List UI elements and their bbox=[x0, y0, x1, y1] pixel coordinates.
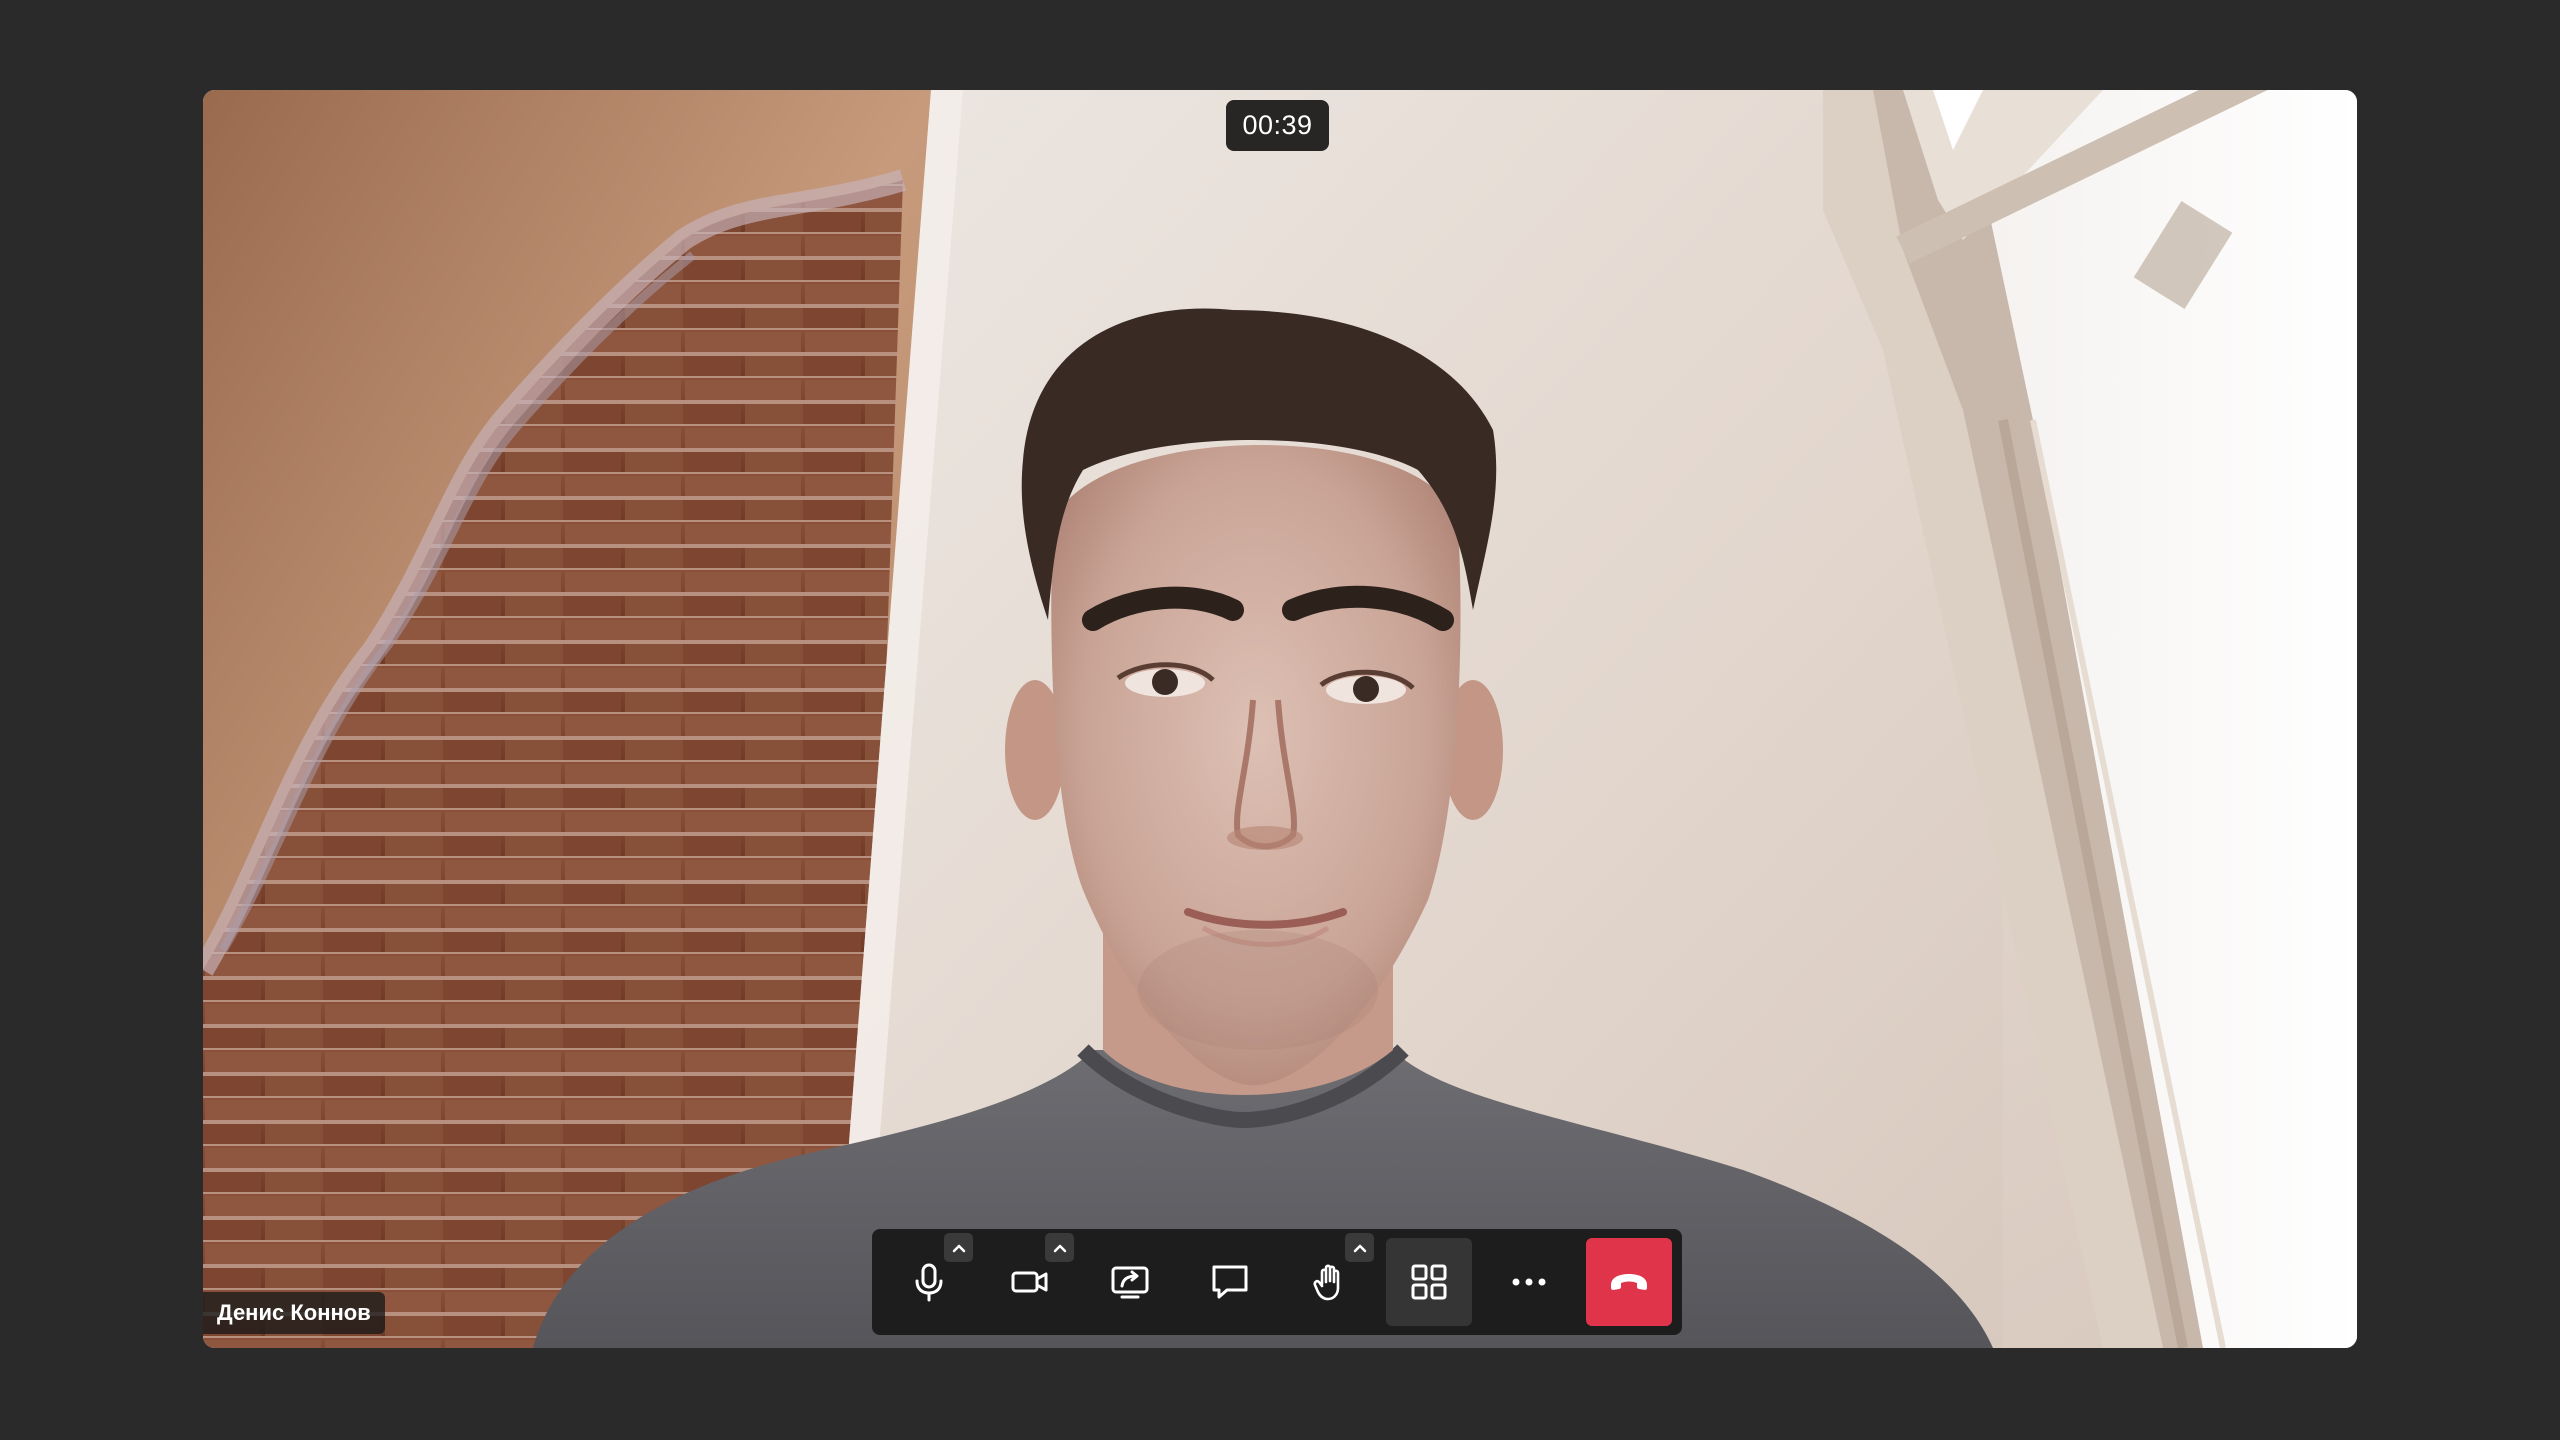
chevron-up-icon bbox=[1053, 1244, 1066, 1252]
microphone-icon bbox=[915, 1263, 943, 1302]
call-controls-toolbar bbox=[872, 1229, 1682, 1335]
screen-share-icon bbox=[1111, 1266, 1149, 1299]
camera-options-button[interactable] bbox=[1045, 1233, 1074, 1262]
phone-hangup-icon bbox=[1611, 1274, 1647, 1290]
chevron-up-icon bbox=[952, 1244, 965, 1252]
more-options-button[interactable] bbox=[1486, 1238, 1572, 1326]
participant-video-feed bbox=[203, 90, 2357, 1348]
video-call-window: 00:39 Денис Коннов bbox=[0, 0, 2560, 1440]
microphone-options-button[interactable] bbox=[944, 1233, 973, 1262]
participant-video-tile[interactable] bbox=[203, 90, 2357, 1348]
more-horizontal-icon bbox=[1512, 1278, 1546, 1286]
video-camera-icon bbox=[1011, 1271, 1048, 1293]
chat-bubble-icon bbox=[1212, 1265, 1248, 1299]
raise-hand-options-button[interactable] bbox=[1345, 1233, 1374, 1262]
layout-grid-button[interactable] bbox=[1386, 1238, 1472, 1326]
participant-name-label: Денис Коннов bbox=[203, 1292, 385, 1334]
chevron-up-icon bbox=[1353, 1244, 1366, 1252]
end-call-button[interactable] bbox=[1586, 1238, 1672, 1326]
chat-button[interactable] bbox=[1187, 1238, 1273, 1326]
hand-icon bbox=[1313, 1264, 1340, 1301]
call-timer: 00:39 bbox=[1226, 100, 1329, 151]
grid-icon bbox=[1411, 1264, 1447, 1300]
screen-share-button[interactable] bbox=[1087, 1238, 1173, 1326]
